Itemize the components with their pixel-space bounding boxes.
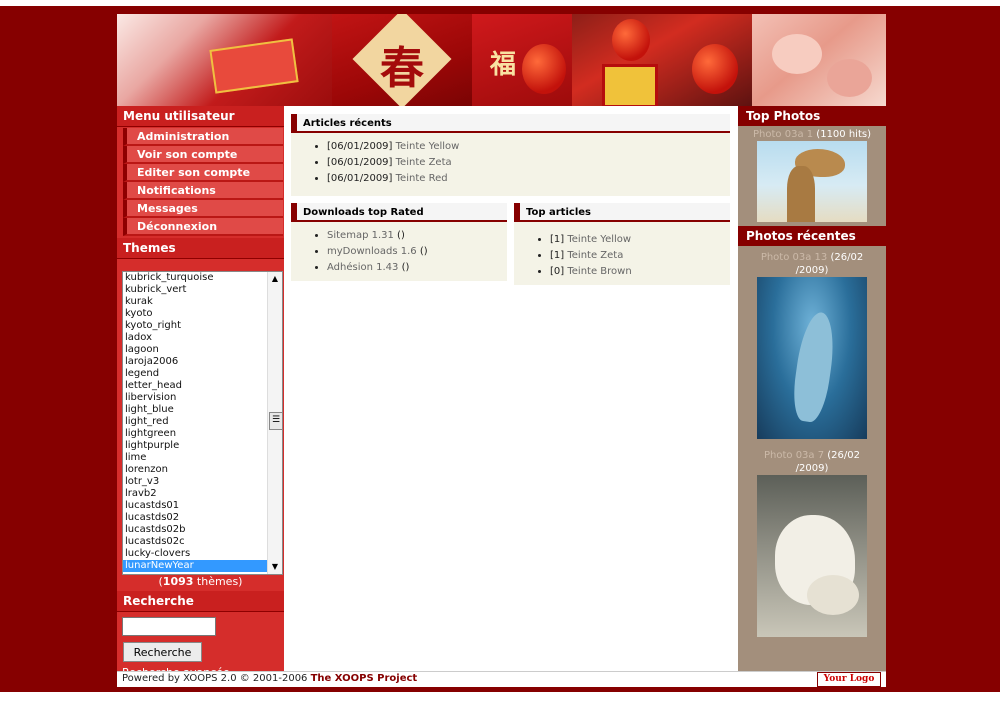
- downloads-title: Downloads top Rated: [291, 203, 507, 222]
- menu-item-administration[interactable]: Administration: [123, 128, 283, 146]
- theme-option[interactable]: legend: [123, 368, 267, 380]
- article-link[interactable]: Teinte Zeta: [567, 250, 623, 261]
- footer: Powered by XOOPS 2.0 © 2001-2006 The XOO…: [117, 671, 886, 687]
- theme-count-number: 1093: [162, 575, 194, 588]
- top-photos-title: Top Photos: [738, 106, 886, 126]
- menu-item-edit-account[interactable]: Editer son compte: [123, 164, 283, 182]
- site-container: 春 福 Menu utilisateur Administration Voir…: [117, 14, 886, 687]
- theme-option[interactable]: lagoon: [123, 344, 267, 356]
- theme-option[interactable]: kyoto: [123, 308, 267, 320]
- theme-option[interactable]: letter_head: [123, 380, 267, 392]
- article-link[interactable]: Teinte Zeta: [396, 157, 452, 168]
- theme-option[interactable]: lotr_v3: [123, 476, 267, 488]
- polar-bear-photo[interactable]: [757, 475, 867, 637]
- download-link[interactable]: myDownloads 1.6: [327, 246, 417, 257]
- menu-item-view-account[interactable]: Voir son compte: [123, 146, 283, 164]
- recent-articles-title: Articles récents: [291, 114, 730, 133]
- theme-option[interactable]: ladox: [123, 332, 267, 344]
- photo-link[interactable]: Photo 03a 7: [764, 450, 824, 461]
- top-articles-title: Top articles: [514, 203, 730, 222]
- powered-by-text: Powered by XOOPS 2.0 © 2001-2006 The XOO…: [122, 673, 418, 684]
- theme-option[interactable]: kurak: [123, 296, 267, 308]
- search-input[interactable]: [122, 617, 216, 636]
- fortune-glyph: 福: [490, 50, 517, 80]
- list-item: [06/01/2009] Teinte Zeta: [327, 155, 730, 171]
- article-link[interactable]: Teinte Yellow: [567, 234, 631, 245]
- theme-option[interactable]: lightgreen: [123, 428, 267, 440]
- theme-option[interactable]: lravb2: [123, 488, 267, 500]
- banner-panel-couplet: 福: [472, 14, 572, 106]
- main-content: Articles récents [06/01/2009] Teinte Yel…: [284, 106, 738, 671]
- list-item: [1] Teinte Zeta: [550, 248, 730, 264]
- xoops-project-link[interactable]: The XOOPS Project: [311, 673, 418, 684]
- list-item: Sitemap 1.31 (): [327, 228, 507, 244]
- theme-option[interactable]: lucky-clovers: [123, 548, 267, 560]
- your-logo-badge[interactable]: Your Logo: [817, 672, 881, 687]
- top-articles-block: Top articles [1] Teinte Yellow [1] Teint…: [514, 203, 730, 285]
- page-background: 春 福 Menu utilisateur Administration Voir…: [0, 6, 1000, 692]
- theme-select-list[interactable]: kubrick_turquoise kubrick_vert kurak kyoto k…: [122, 271, 283, 575]
- downloads-block: Downloads top Rated Sitemap 1.31 () myDo…: [291, 203, 507, 281]
- article-link[interactable]: Teinte Brown: [567, 266, 631, 277]
- left-sidebar: Menu utilisateur Administration Voir son…: [117, 106, 290, 679]
- theme-option[interactable]: lightpurple: [123, 440, 267, 452]
- theme-option[interactable]: lucastds01: [123, 500, 267, 512]
- theme-option[interactable]: laroja2006: [123, 356, 267, 368]
- header-banner: 春 福: [117, 14, 886, 106]
- recent-articles-block: Articles récents [06/01/2009] Teinte Yel…: [291, 114, 730, 196]
- theme-option[interactable]: kyoto_right: [123, 320, 267, 332]
- theme-option[interactable]: kubrick_turquoise: [123, 272, 267, 284]
- theme-list-scrollbar[interactable]: ▲ ☰ ▼: [267, 272, 282, 574]
- banner-panel-flowers: [752, 14, 886, 106]
- banner-panel-festival: [572, 14, 752, 106]
- theme-option[interactable]: light_blue: [123, 404, 267, 416]
- theme-options: kubrick_turquoise kubrick_vert kurak kyoto k…: [123, 272, 267, 572]
- theme-count: (1093 thèmes): [158, 575, 243, 588]
- list-item: [06/01/2009] Teinte Yellow: [327, 139, 730, 155]
- menu-item-messages[interactable]: Messages: [123, 200, 283, 218]
- banner-panel-envelopes: [117, 14, 332, 106]
- theme-option[interactable]: lucastds02: [123, 512, 267, 524]
- search-title: Recherche: [117, 591, 290, 612]
- photo-link[interactable]: Photo 03a 1: [753, 129, 813, 140]
- banner-panel-spring: 春: [332, 14, 472, 106]
- list-item: myDownloads 1.6 (): [327, 244, 507, 260]
- photo-link[interactable]: Photo 03a 13: [761, 252, 827, 263]
- theme-option[interactable]: light_red: [123, 416, 267, 428]
- photo-caption: Photo 03a 7 (26/02/2009): [763, 450, 860, 474]
- spring-glyph: 春: [380, 43, 424, 94]
- photo-caption: Photo 03a 1 (1100 hits): [753, 129, 871, 140]
- theme-option[interactable]: lucastds02b: [123, 524, 267, 536]
- scroll-down-arrow-icon[interactable]: ▼: [268, 560, 282, 574]
- scroll-up-arrow-icon[interactable]: ▲: [268, 272, 282, 286]
- article-link[interactable]: Teinte Yellow: [396, 141, 460, 152]
- theme-option[interactable]: libervision: [123, 392, 267, 404]
- camel-photo[interactable]: [757, 141, 867, 222]
- article-link[interactable]: Teinte Red: [396, 173, 448, 184]
- list-item: [0] Teinte Brown: [550, 264, 730, 280]
- list-item: [1] Teinte Yellow: [550, 232, 730, 248]
- right-sidebar: Top Photos Photo 03a 1 (1100 hits) Photo…: [738, 106, 886, 671]
- download-link[interactable]: Adhésion 1.43: [327, 262, 398, 273]
- theme-option[interactable]: lorenzon: [123, 464, 267, 476]
- user-menu-title: Menu utilisateur: [117, 106, 284, 127]
- search-button[interactable]: Recherche: [123, 642, 202, 662]
- theme-option[interactable]: kubrick_vert: [123, 284, 267, 296]
- theme-option[interactable]: lucastds02c: [123, 536, 267, 548]
- photo-caption: Photo 03a 13 (26/02/2009): [760, 252, 864, 276]
- menu-item-logout[interactable]: Déconnexion: [123, 218, 283, 236]
- menu-item-notifications[interactable]: Notifications: [123, 182, 283, 200]
- dolphin-photo[interactable]: [757, 277, 867, 439]
- theme-option[interactable]: lime: [123, 452, 267, 464]
- themes-title: Themes: [117, 238, 284, 259]
- scroll-thumb[interactable]: ☰: [269, 412, 282, 430]
- recent-photos-title: Photos récentes: [738, 226, 886, 246]
- theme-option[interactable]: lunarNewYear: [123, 560, 267, 572]
- download-link[interactable]: Sitemap 1.31: [327, 230, 394, 241]
- list-item: [06/01/2009] Teinte Red: [327, 171, 730, 187]
- list-item: Adhésion 1.43 (): [327, 260, 507, 276]
